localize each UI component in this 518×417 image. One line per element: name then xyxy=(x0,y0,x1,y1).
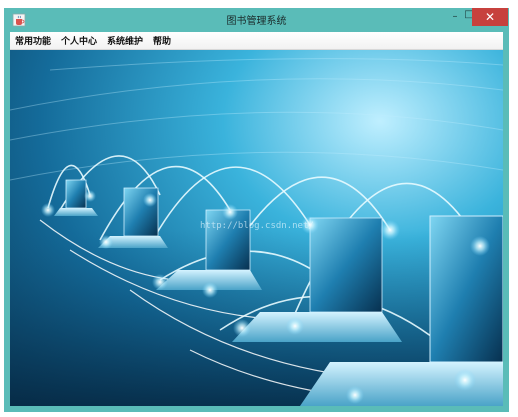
networked-laptops-image: http://blog.csdn.net/ xyxy=(10,58,503,406)
menu-common-functions[interactable]: 常用功能 xyxy=(10,34,56,47)
menu-personal-center[interactable]: 个人中心 xyxy=(56,34,102,47)
close-button[interactable]: ✕ xyxy=(472,8,508,26)
watermark-text: http://blog.csdn.net/ xyxy=(200,221,314,231)
menu-system-maintenance[interactable]: 系统维护 xyxy=(102,34,148,47)
menu-help[interactable]: 帮助 xyxy=(148,34,176,47)
main-window: 图书管理系统 – □ ✕ 常用功能 个人中心 系统维护 帮助 http://bl… xyxy=(4,8,509,412)
menu-bar: 常用功能 个人中心 系统维护 帮助 xyxy=(10,32,503,50)
background-image-panel: http://blog.csdn.net/ xyxy=(10,50,503,406)
title-bar[interactable]: 图书管理系统 – □ ✕ xyxy=(4,8,509,32)
window-title: 图书管理系统 xyxy=(226,16,287,27)
